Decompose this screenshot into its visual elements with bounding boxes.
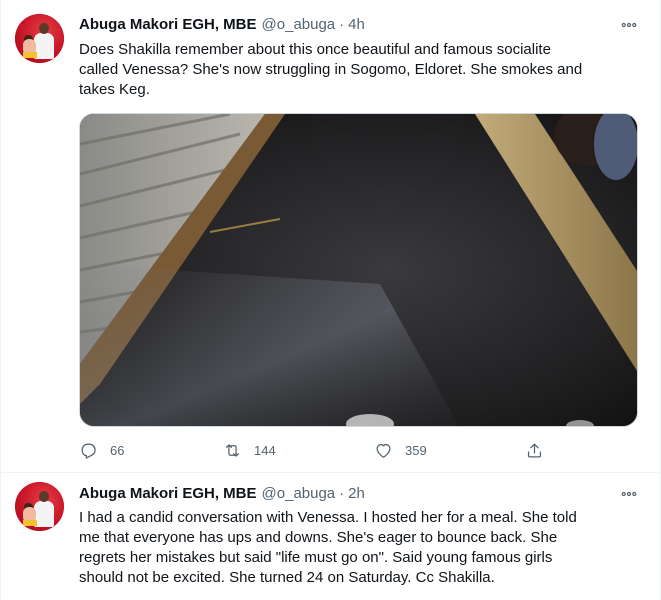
tweet-timestamp[interactable]: 4h [348,16,365,33]
author-name[interactable]: Abuga Makori EGH, MBE [79,16,257,33]
author-handle[interactable]: @o_abuga [262,16,336,33]
retweet-button[interactable]: 144 [223,437,276,463]
retweet-count: 144 [254,442,276,458]
tweet[interactable]: Abuga Makori EGH, MBE @o_abuga · 4h Does… [0,0,661,473]
heart-icon [376,443,391,458]
like-button[interactable]: 359 [374,437,427,463]
tweet-text: Does Shakilla remember about this once b… [79,41,583,98]
reply-count: 66 [110,442,125,458]
like-count: 359 [405,442,427,458]
avatar[interactable] [15,482,64,531]
separator-dot: · [339,15,345,33]
tweet-photo[interactable] [79,113,638,427]
tweet-text: I had a candid conversation with Venessa… [79,509,577,586]
avatar[interactable] [15,14,64,63]
tweet-header: Abuga Makori EGH, MBE @o_abuga · 4h [79,14,365,34]
tweet[interactable]: Abuga Makori EGH, MBE @o_abuga · 2h I ha… [0,474,661,600]
retweet-icon [225,443,240,457]
share-button[interactable] [525,437,544,463]
author-name[interactable]: Abuga Makori EGH, MBE [79,485,257,502]
photo-image [80,114,637,426]
author-handle[interactable]: @o_abuga [262,485,336,502]
more-horizontal-icon [621,22,637,28]
separator-dot: · [339,484,345,502]
tweet-timestamp[interactable]: 2h [348,485,365,502]
more-icon[interactable] [619,484,639,504]
tweet-header: Abuga Makori EGH, MBE @o_abuga · 2h [79,483,365,503]
tweet-actions: 66 144 359 [79,437,549,463]
more-icon[interactable] [619,15,639,35]
reply-button[interactable]: 66 [79,437,124,463]
more-horizontal-icon [621,491,637,497]
share-icon [527,443,542,457]
reply-icon [81,443,96,459]
